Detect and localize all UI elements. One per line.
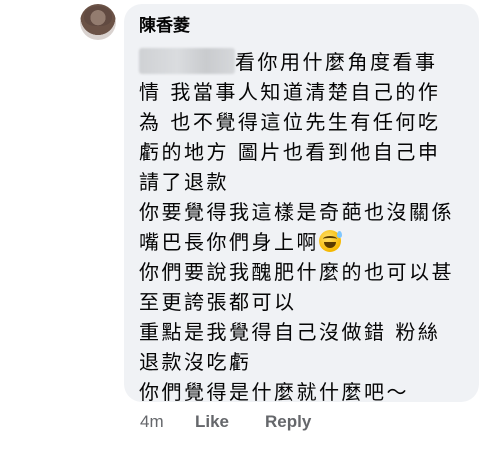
comment-line: 嘴巴長你們身上啊 — [139, 227, 467, 257]
commenter-avatar[interactable] — [80, 4, 116, 40]
comment-line: 你要覺得我這樣是奇葩也沒關係 — [139, 200, 454, 224]
comment-line: 虧的地方 圖片也看到他自己申 — [139, 140, 441, 164]
reply-button[interactable]: Reply — [265, 412, 311, 432]
comment-bubble: 陳香菱 看你用什麼角度看事 情 我當事人知道清楚自己的作 為 也不覺得這位先生有… — [124, 4, 479, 404]
comment-line: 重點是我覺得自己沒做錯 粉絲 — [139, 320, 441, 344]
comment-line-text: 看你用什麼角度看事 — [235, 50, 438, 74]
avatar-image — [84, 6, 112, 26]
comment-line: 看你用什麼角度看事 — [139, 47, 467, 77]
comment-actions: 4m Like Reply — [140, 412, 311, 432]
comment-line: 你們覺得是什麼就什麼吧〜 — [139, 380, 409, 404]
comment-author-name[interactable]: 陳香菱 — [139, 15, 467, 37]
comment-text: 看你用什麼角度看事 情 我當事人知道清楚自己的作 為 也不覺得這位先生有任何吃 … — [139, 47, 467, 407]
comment-line: 請了退款 — [139, 170, 229, 194]
comment-line-text: 嘴巴長你們身上啊 — [139, 230, 319, 254]
grinning-sweat-emoji-icon — [319, 230, 342, 252]
redacted-text-block — [139, 48, 235, 74]
comment-line: 退款沒吃虧 — [139, 350, 252, 374]
comment-timestamp[interactable]: 4m — [140, 412, 195, 432]
comment-line: 為 也不覺得這位先生有任何吃 — [139, 110, 441, 134]
comment-line: 情 我當事人知道清楚自己的作 — [139, 80, 441, 104]
comment-line: 你們要說我醜肥什麼的也可以甚 — [139, 260, 454, 284]
comment-line: 至更誇張都可以 — [139, 290, 297, 314]
like-button[interactable]: Like — [195, 412, 265, 432]
